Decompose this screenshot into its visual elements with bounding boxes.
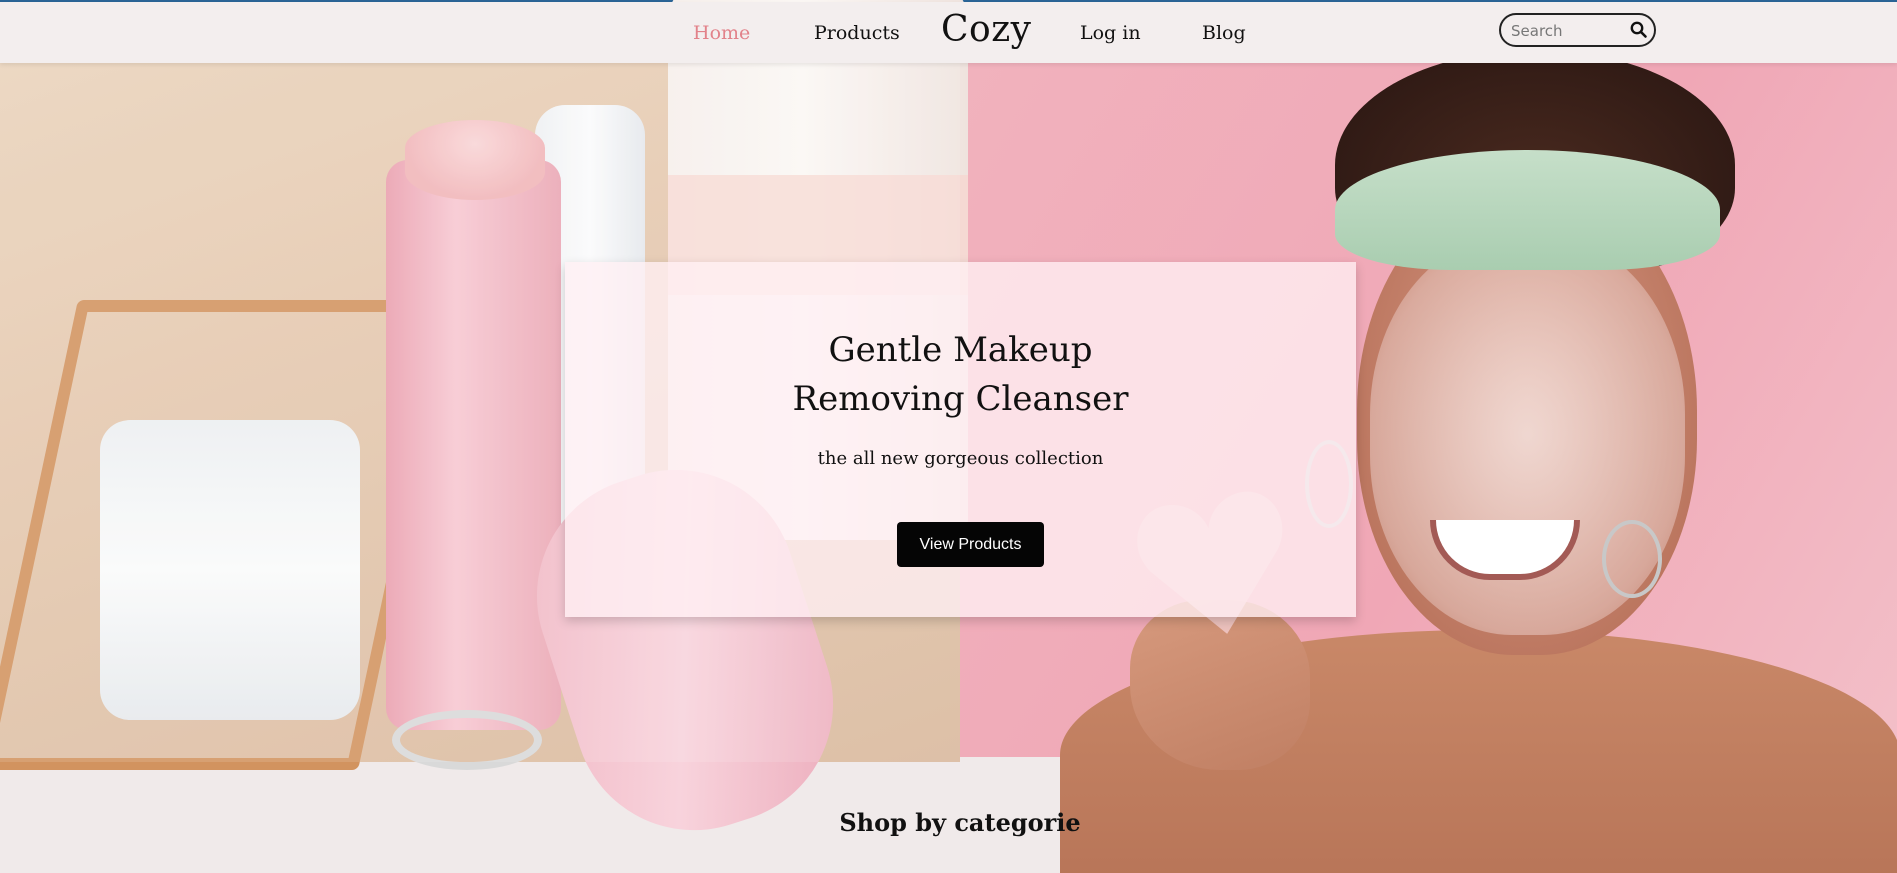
hero-title: Gentle Makeup Removing Cleanser <box>565 326 1356 424</box>
hero-title-line-1: Gentle Makeup <box>828 330 1093 370</box>
nav-products-link[interactable]: Products <box>814 22 900 44</box>
nav-home-link[interactable]: Home <box>693 22 750 44</box>
nav-blog-link[interactable]: Blog <box>1202 22 1246 44</box>
view-products-button[interactable]: View Products <box>897 522 1044 567</box>
earring-right-image <box>1602 520 1662 598</box>
search-input[interactable] <box>1511 21 1626 41</box>
site-header: Home Products Cozy Log in Blog <box>0 2 1897 63</box>
hero-title-line-2: Removing Cleanser <box>792 379 1129 419</box>
hero-card: Gentle Makeup Removing Cleanser the all … <box>565 262 1356 617</box>
search-icon[interactable] <box>1629 20 1649 40</box>
search-box <box>1499 13 1656 47</box>
headband-image <box>1335 150 1720 270</box>
brand-logo[interactable]: Cozy <box>941 9 1032 50</box>
shop-by-category-heading: Shop by categorie <box>839 808 1081 837</box>
nav-login-link[interactable]: Log in <box>1080 22 1141 44</box>
hero-subtitle: the all new gorgeous collection <box>817 448 1104 469</box>
